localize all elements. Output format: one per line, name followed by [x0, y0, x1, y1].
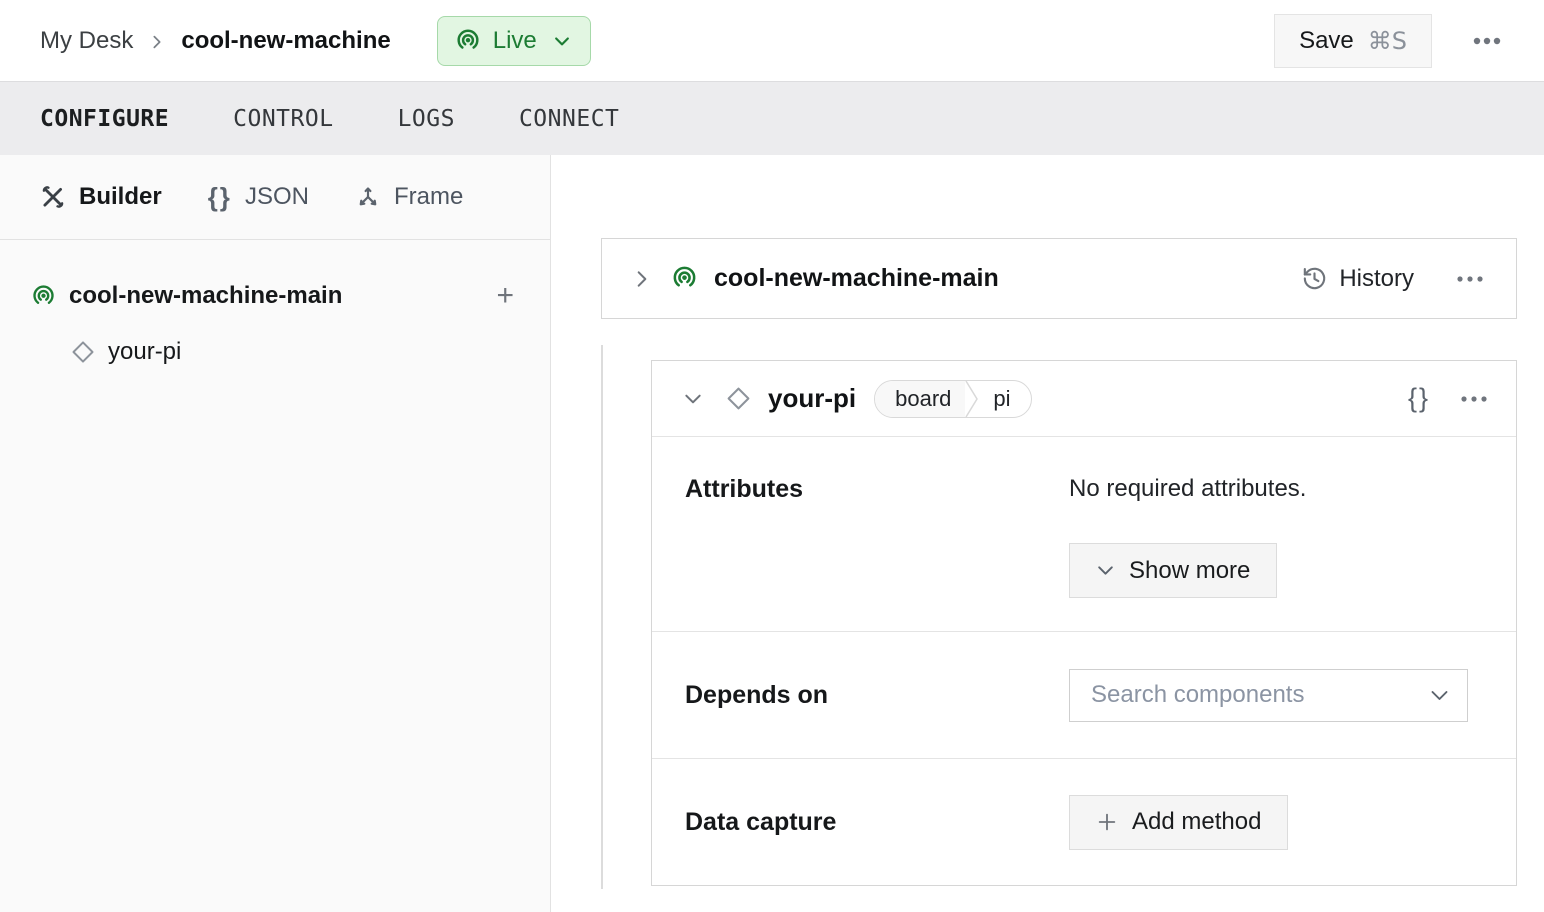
- chevron-down-icon[interactable]: [683, 389, 703, 409]
- frame-axes-icon: [355, 184, 381, 210]
- search-components-input[interactable]: [1069, 668, 1468, 722]
- tab-configure[interactable]: CONFIGURE: [40, 106, 169, 132]
- chevron-right-icon[interactable]: [632, 269, 652, 289]
- component-tree: cool-new-machine-main + your-pi: [0, 240, 550, 380]
- machine-status-badge[interactable]: Live: [436, 15, 591, 66]
- mode-frame[interactable]: Frame: [355, 183, 463, 211]
- breadcrumb-parent-link[interactable]: My Desk: [40, 27, 133, 55]
- mode-builder-label: Builder: [79, 183, 162, 210]
- broadcast-icon: [454, 27, 482, 55]
- chevron-down-icon: [552, 31, 572, 51]
- part-card-title: cool-new-machine-main: [714, 264, 999, 292]
- mode-builder[interactable]: Builder: [40, 183, 162, 211]
- mode-frame-label: Frame: [393, 183, 464, 210]
- component-type-badge: board pi: [874, 379, 1032, 418]
- mode-json[interactable]: {} JSON: [208, 182, 309, 213]
- add-component-button[interactable]: +: [490, 279, 520, 313]
- component-card-header: your-pi board pi {}: [652, 361, 1516, 437]
- tree-item-machine-part[interactable]: cool-new-machine-main +: [0, 268, 550, 324]
- component-card: your-pi board pi {} Attributes No requir…: [651, 360, 1517, 886]
- component-header-actions: {}: [1408, 383, 1488, 414]
- tools-icon: [40, 184, 66, 210]
- content-area: Builder {} JSON Frame cool-new-machine-m…: [0, 155, 1544, 912]
- config-sidebar: Builder {} JSON Frame cool-new-machine-m…: [0, 155, 551, 912]
- header-actions: Save ⌘S: [1274, 13, 1508, 68]
- tree-item-label: cool-new-machine-main: [69, 282, 343, 309]
- save-button-label: Save: [1299, 26, 1354, 54]
- component-type: board: [875, 380, 966, 417]
- badge-divider-icon: [965, 380, 979, 417]
- chevron-down-icon: [1096, 561, 1115, 580]
- machine-status-label: Live: [492, 26, 537, 54]
- tab-logs[interactable]: LOGS: [398, 106, 455, 132]
- tab-control[interactable]: CONTROL: [233, 106, 333, 132]
- top-header: My Desk cool-new-machine Live Save ⌘S: [0, 0, 1544, 81]
- breadcrumb: My Desk cool-new-machine: [40, 27, 391, 55]
- show-more-label: Show more: [1129, 556, 1251, 584]
- breadcrumb-separator-icon: [149, 34, 165, 50]
- diamond-icon: [725, 385, 752, 412]
- data-capture-label: Data capture: [685, 807, 837, 836]
- diamond-icon: [70, 339, 96, 365]
- plus-icon: [1096, 811, 1118, 833]
- component-card-title: your-pi: [768, 383, 857, 413]
- save-shortcut-hint: ⌘S: [1367, 26, 1407, 55]
- config-main-pane: cool-new-machine-main History your-pi bo…: [551, 155, 1544, 912]
- add-method-button[interactable]: Add method: [1069, 794, 1289, 850]
- tree-connector-line: [601, 345, 603, 889]
- attributes-content: No required attributes. Show more: [1069, 475, 1306, 598]
- machine-config-page: My Desk cool-new-machine Live Save ⌘S CO…: [0, 0, 1544, 912]
- depends-on-section: Depends on: [652, 631, 1516, 758]
- history-button[interactable]: History: [1301, 265, 1414, 293]
- tree-item-label: your-pi: [108, 338, 182, 365]
- machine-part-card: cool-new-machine-main History: [601, 238, 1517, 319]
- tree-item-component[interactable]: your-pi: [0, 324, 550, 380]
- broadcast-icon: [30, 283, 57, 310]
- history-button-label: History: [1339, 264, 1414, 292]
- depends-on-label: Depends on: [685, 680, 829, 709]
- header-overflow-menu-icon[interactable]: [1466, 30, 1508, 52]
- view-mode-switcher: Builder {} JSON Frame: [0, 155, 550, 240]
- depends-on-select: [1069, 668, 1468, 722]
- mode-json-label: JSON: [244, 183, 309, 210]
- add-method-label: Add method: [1132, 808, 1262, 835]
- data-capture-section: Data capture Add method: [652, 758, 1516, 885]
- attributes-label: Attributes: [685, 475, 804, 503]
- save-button[interactable]: Save ⌘S: [1274, 13, 1432, 68]
- broadcast-icon: [670, 264, 699, 293]
- braces-icon: {}: [207, 181, 232, 212]
- attributes-empty-text: No required attributes.: [1069, 475, 1307, 502]
- part-card-menu-icon[interactable]: [1452, 271, 1488, 287]
- component-model: pi: [993, 385, 1011, 411]
- attributes-section: Attributes No required attributes. Show …: [652, 437, 1516, 631]
- component-card-menu-icon[interactable]: [1460, 395, 1488, 403]
- show-more-button[interactable]: Show more: [1069, 543, 1278, 598]
- tab-connect[interactable]: CONNECT: [519, 106, 619, 132]
- braces-icon[interactable]: {}: [1408, 383, 1430, 414]
- main-nav-tabs: CONFIGURE CONTROL LOGS CONNECT: [0, 81, 1544, 155]
- breadcrumb-current: cool-new-machine: [181, 26, 391, 54]
- history-icon: [1301, 265, 1328, 292]
